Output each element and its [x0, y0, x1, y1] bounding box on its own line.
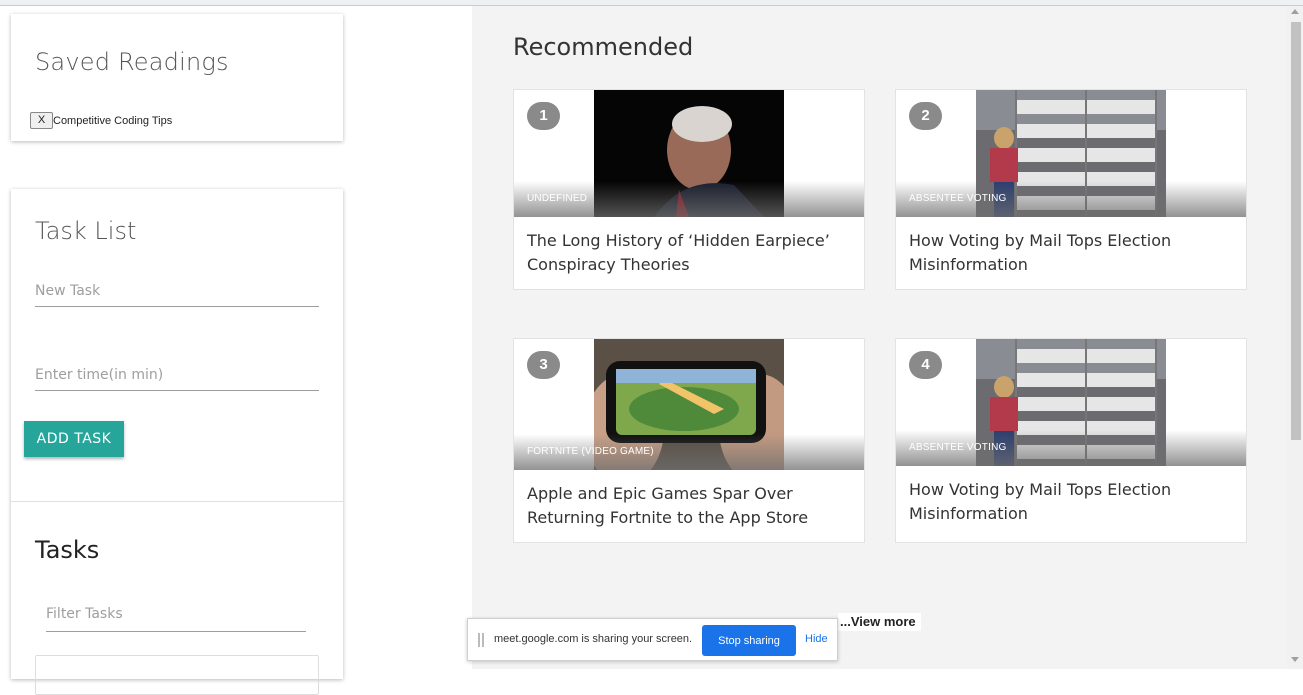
scrollbar-thumb[interactable]: [1291, 22, 1301, 440]
article-card-3[interactable]: 3 Fortnite (Video Game) Apple and Epic G…: [513, 338, 865, 543]
saved-reading-item: X Competitive Coding Tips: [30, 112, 172, 129]
article-card-2[interactable]: 2 Absentee Voting How Voting by Mail Top…: [895, 89, 1247, 290]
article-image-area: 3 Fortnite (Video Game): [514, 339, 864, 470]
scroll-up-arrow-icon[interactable]: [1291, 9, 1299, 14]
scroll-down-arrow-icon[interactable]: [1291, 657, 1299, 662]
view-more-link[interactable]: ...View more: [838, 613, 921, 631]
article-headline[interactable]: The Long History of ‘Hidden Earpiece’ Co…: [527, 229, 847, 277]
saved-reading-link[interactable]: Competitive Coding Tips: [53, 115, 172, 127]
article-tag: Absentee Voting: [909, 193, 1007, 204]
article-headline[interactable]: How Voting by Mail Tops Election Misinfo…: [909, 478, 1229, 526]
remove-reading-button[interactable]: X: [30, 112, 53, 129]
article-headline[interactable]: How Voting by Mail Tops Election Misinfo…: [909, 229, 1229, 277]
rank-badge: 3: [527, 351, 560, 379]
saved-readings-title: Saved Readings: [35, 48, 229, 76]
recommended-title: Recommended: [513, 33, 694, 61]
screen-share-bar: meet.google.com is sharing your screen. …: [467, 618, 838, 661]
tasks-list-box: [35, 655, 319, 695]
article-tag: Fortnite (Video Game): [527, 446, 654, 457]
saved-readings-card: Saved Readings X Competitive Coding Tips: [11, 14, 343, 141]
article-card-1[interactable]: 1 undefined The Long History of ‘Hidden …: [513, 89, 865, 290]
article-headline[interactable]: Apple and Epic Games Spar Over Returning…: [527, 482, 847, 530]
article-image-area: 2 Absentee Voting: [896, 90, 1246, 217]
article-image-area: 4 Absentee Voting: [896, 339, 1246, 466]
rank-badge: 1: [527, 102, 560, 130]
article-image-area: 1 undefined: [514, 90, 864, 217]
stop-sharing-button[interactable]: Stop sharing: [702, 625, 796, 656]
article-tag: undefined: [527, 193, 588, 204]
drag-handle-icon[interactable]: [478, 633, 484, 647]
task-list-card: Task List ADD TASK Tasks: [11, 189, 343, 695]
article-tag: Absentee Voting: [909, 442, 1007, 453]
add-task-button[interactable]: ADD TASK: [24, 421, 124, 457]
left-panel: Saved Readings X Competitive Coding Tips…: [0, 6, 472, 695]
rank-badge: 2: [909, 102, 942, 130]
article-card-4[interactable]: 4 Absentee Voting How Voting by Mail Top…: [895, 338, 1247, 543]
recommended-panel: Recommended 1 undefined The Long History…: [472, 6, 1287, 669]
filter-tasks-input[interactable]: [46, 596, 306, 632]
task-time-input[interactable]: [35, 359, 319, 391]
rank-badge: 4: [909, 351, 942, 379]
hide-button[interactable]: Hide: [805, 633, 828, 645]
divider: [11, 501, 343, 502]
task-list-title: Task List: [35, 217, 137, 245]
share-message: meet.google.com is sharing your screen.: [494, 633, 693, 645]
tasks-title: Tasks: [35, 536, 100, 564]
new-task-input[interactable]: [35, 275, 319, 307]
